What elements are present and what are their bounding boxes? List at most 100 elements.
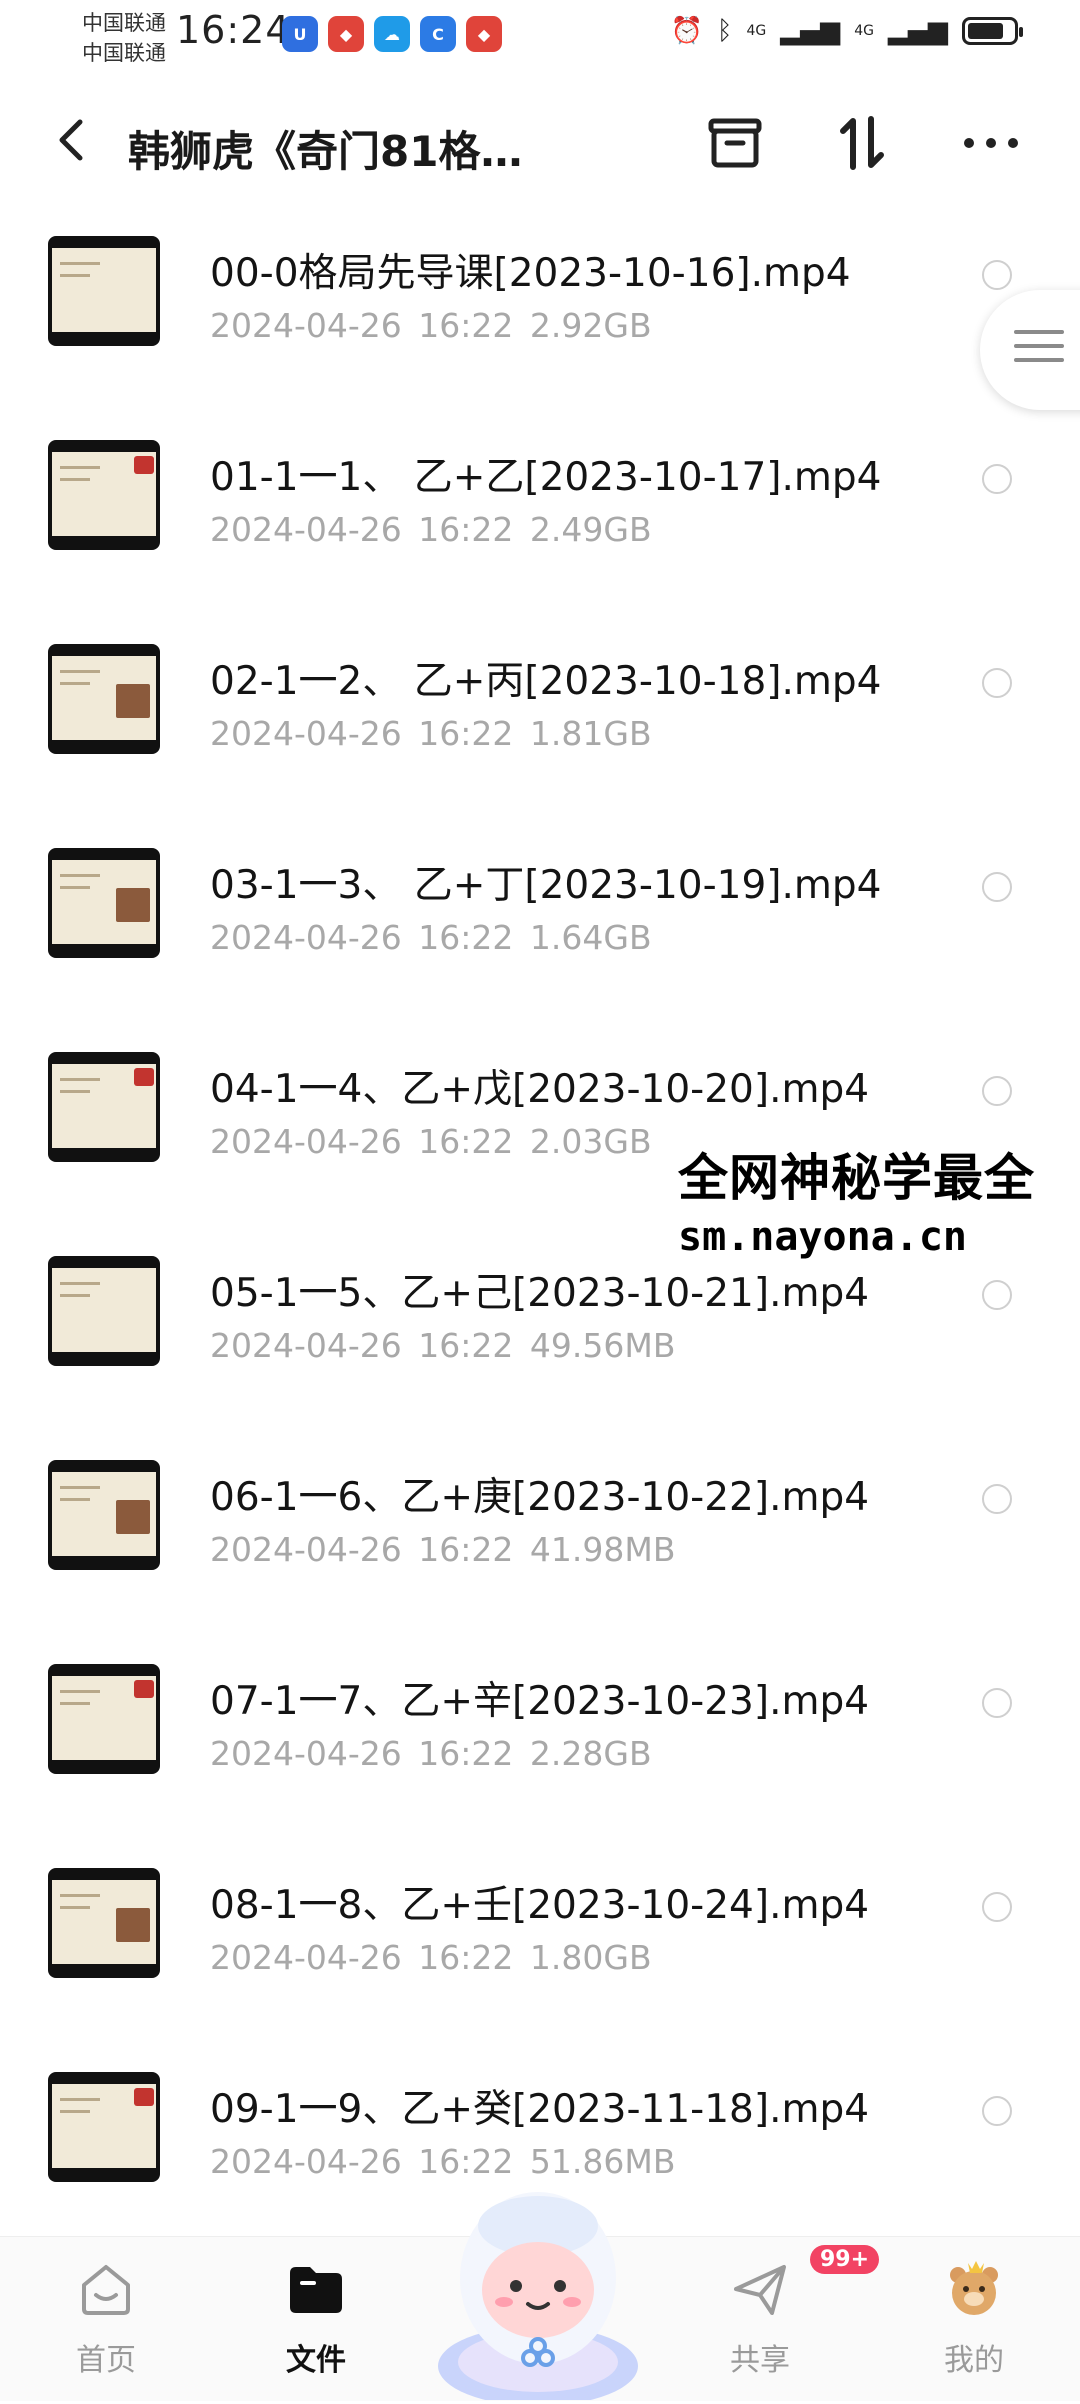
nav-home[interactable]: 首页 [36, 2257, 176, 2379]
file-meta: 2024-04-26 16:22 1.80GB [210, 1938, 652, 1977]
file-row[interactable]: 07-1一7、乙+辛[2023-10-23].mp4 2024-04-26 16… [0, 1628, 1080, 1832]
home-icon [74, 2257, 138, 2321]
file-date: 2024-04-26 [210, 1326, 402, 1365]
system-status-icons: ⏰ ᛒ 4G ▂▄▆ 4G ▂▄▆ [670, 16, 1023, 46]
select-radio[interactable] [982, 260, 1012, 290]
file-time: 16:22 [418, 306, 514, 345]
back-button[interactable] [42, 110, 102, 170]
file-name: 06-1一6、乙+庚[2023-10-22].mp4 [210, 1475, 870, 1520]
select-radio[interactable] [982, 1892, 1012, 1922]
signal-icon: ▂▄▆ [780, 16, 841, 46]
carrier-labels: 中国联通 中国联通 [82, 8, 166, 68]
top-app-bar: 韩狮虎《奇门81格… [0, 90, 1080, 200]
app-notification-icon: ◆ [466, 16, 502, 52]
file-meta: 2024-04-26 16:22 2.92GB [210, 306, 652, 345]
file-time: 16:22 [418, 714, 514, 753]
file-date: 2024-04-26 [210, 1734, 402, 1773]
file-size: 41.98MB [529, 1530, 676, 1569]
share-badge: 99+ [810, 2245, 880, 2274]
watermark-line-2: sm.nayona.cn [678, 1214, 967, 1260]
signal-icon: ▂▄▆ [888, 16, 948, 46]
file-name: 07-1一7、乙+辛[2023-10-23].mp4 [210, 1679, 870, 1724]
file-date: 2024-04-26 [210, 918, 402, 957]
bear-avatar-icon [942, 2257, 1006, 2321]
select-radio[interactable] [982, 2096, 1012, 2126]
select-radio[interactable] [982, 1280, 1012, 1310]
file-time: 16:22 [418, 1530, 514, 1569]
video-thumbnail [48, 440, 160, 550]
file-date: 2024-04-26 [210, 306, 402, 345]
file-size: 2.28GB [529, 1734, 652, 1773]
file-size: 1.80GB [529, 1938, 652, 1977]
file-meta: 2024-04-26 16:22 1.64GB [210, 918, 652, 957]
file-size: 2.49GB [529, 510, 652, 549]
file-time: 16:22 [418, 1938, 514, 1977]
archive-icon [708, 118, 762, 168]
file-size: 2.03GB [529, 1122, 652, 1161]
file-name: 00-0格局先导课[2023-10-16].mp4 [210, 251, 851, 296]
chevron-left-icon [59, 119, 83, 161]
file-date: 2024-04-26 [210, 714, 402, 753]
notification-icons: U ◆ ☁ C ◆ [282, 16, 502, 52]
nav-share[interactable]: 99+ 共享 [690, 2245, 880, 2379]
status-bar: 中国联通 中国联通 16:24 U ◆ ☁ C ◆ ⏰ ᛒ 4G ▂▄▆ 4G … [0, 0, 1080, 78]
nav-files[interactable]: 文件 [246, 2257, 386, 2379]
file-name: 01-1一1、 乙+乙[2023-10-17].mp4 [210, 455, 882, 500]
file-row[interactable]: 00-0格局先导课[2023-10-16].mp4 2024-04-26 16:… [0, 200, 1080, 404]
select-radio[interactable] [982, 1688, 1012, 1718]
file-date: 2024-04-26 [210, 1530, 402, 1569]
mascot-icon [438, 2192, 638, 2404]
select-radio[interactable] [982, 464, 1012, 494]
file-time: 16:22 [418, 1734, 514, 1773]
file-size: 2.92GB [529, 306, 652, 345]
file-time: 16:22 [418, 510, 514, 549]
watermark: 全网神秘学最全 sm.nayona.cn [678, 1138, 1078, 1260]
video-thumbnail [48, 2072, 160, 2182]
sort-button[interactable] [828, 108, 898, 178]
file-date: 2024-04-26 [210, 1938, 402, 1977]
file-row[interactable]: 08-1一8、乙+壬[2023-10-24].mp4 2024-04-26 16… [0, 1832, 1080, 2036]
network-type-1: 4G [746, 23, 767, 39]
file-size: 49.56MB [529, 1326, 676, 1365]
file-meta: 2024-04-26 16:22 2.28GB [210, 1734, 652, 1773]
file-size: 1.81GB [529, 714, 652, 753]
video-thumbnail [48, 1460, 160, 1570]
file-size: 1.64GB [529, 918, 652, 957]
sort-icon [840, 116, 884, 170]
nav-mine-label: 我的 [944, 2343, 1004, 2378]
select-radio[interactable] [982, 872, 1012, 902]
file-meta: 2024-04-26 16:22 1.81GB [210, 714, 652, 753]
file-name: 09-1一9、乙+癸[2023-11-18].mp4 [210, 2087, 870, 2132]
ai-assistant-mascot[interactable] [428, 2166, 648, 2404]
file-time: 16:22 [418, 1326, 514, 1365]
file-meta: 2024-04-26 16:22 2.49GB [210, 510, 652, 549]
video-thumbnail [48, 848, 160, 958]
video-thumbnail [48, 1052, 160, 1162]
file-row[interactable]: 02-1一2、 乙+丙[2023-10-18].mp4 2024-04-26 1… [0, 608, 1080, 812]
menu-icon [1014, 330, 1064, 372]
select-radio[interactable] [982, 1484, 1012, 1514]
battery-icon [962, 17, 1023, 45]
video-thumbnail [48, 236, 160, 346]
file-meta: 2024-04-26 16:22 2.03GB [210, 1122, 652, 1161]
app-notification-icon: ◆ [328, 16, 364, 52]
nav-home-label: 首页 [76, 2343, 136, 2378]
file-date: 2024-04-26 [210, 1122, 402, 1161]
select-radio[interactable] [982, 1076, 1012, 1106]
file-name: 05-1一5、乙+己[2023-10-21].mp4 [210, 1271, 870, 1316]
file-row[interactable]: 03-1一3、 乙+丁[2023-10-19].mp4 2024-04-26 1… [0, 812, 1080, 1016]
bluetooth-icon: ᛒ [716, 16, 733, 46]
app-notification-icon: U [282, 16, 318, 52]
video-thumbnail [48, 1664, 160, 1774]
file-row[interactable]: 06-1一6、乙+庚[2023-10-22].mp4 2024-04-26 16… [0, 1424, 1080, 1628]
more-button[interactable] [956, 108, 1026, 178]
archive-button[interactable] [700, 108, 770, 178]
file-row[interactable]: 01-1一1、 乙+乙[2023-10-17].mp4 2024-04-26 1… [0, 404, 1080, 608]
select-radio[interactable] [982, 668, 1012, 698]
network-type-2: 4G [854, 23, 874, 39]
nav-mine[interactable]: 我的 [904, 2257, 1044, 2379]
file-meta: 2024-04-26 16:22 49.56MB [210, 1326, 675, 1365]
carrier-2: 中国联通 [82, 41, 166, 65]
page-title: 韩狮虎《奇门81格… [128, 127, 523, 176]
app-notification-icon: C [420, 16, 456, 52]
